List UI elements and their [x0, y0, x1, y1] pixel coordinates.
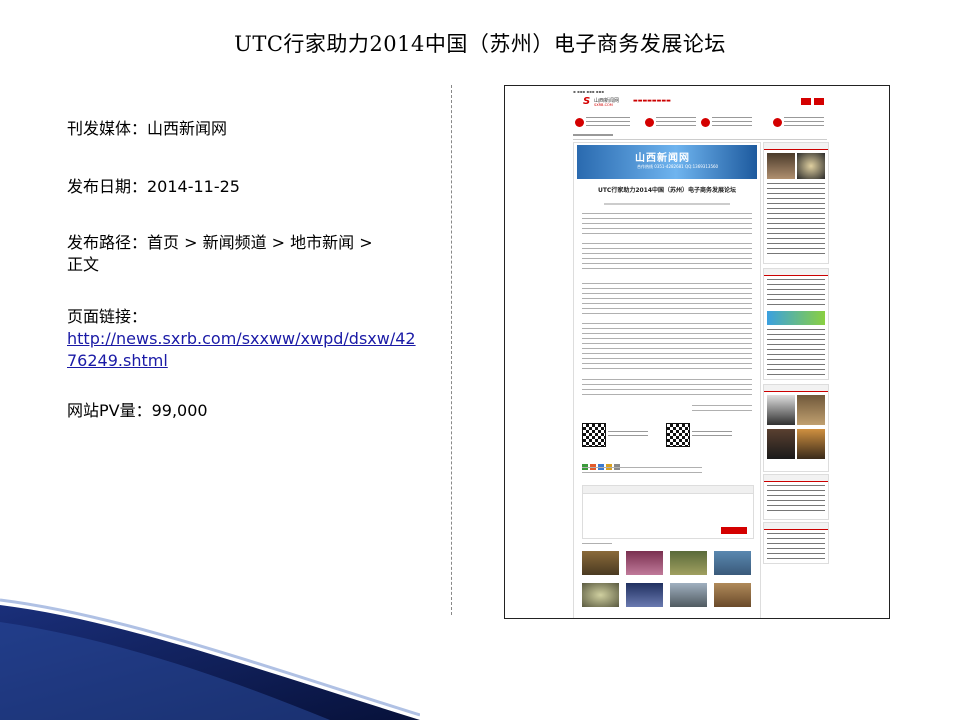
sidebar-hot-box	[763, 522, 829, 564]
site-banner: 山西新闻网 合作热线 0351-4282681 QQ:1369313560	[577, 145, 757, 179]
article-meta	[604, 203, 730, 205]
media-line: 刊发媒体：山西新闻网	[67, 119, 228, 138]
submit-comment-button	[721, 527, 747, 534]
qr-code-icon	[582, 423, 606, 447]
path-line-2: 正文	[67, 255, 100, 274]
vertical-divider	[451, 85, 452, 615]
sidebar-ranking-box	[763, 474, 829, 520]
slide-title: UTC行家助力2014中国（苏州）电子商务发展论坛	[234, 32, 726, 56]
site-logo: S 山西新闻网 SXRB.COM	[583, 96, 620, 107]
photo-grid-row-2	[582, 583, 752, 607]
path-line-1: 发布路径：首页 > 新闻频道 > 地市新闻 >	[67, 233, 373, 252]
site-nav	[573, 115, 827, 131]
date-line: 发布日期：2014-11-25	[67, 177, 240, 196]
breadcrumb	[573, 134, 827, 140]
article-panel: 山西新闻网 合作热线 0351-4282681 QQ:1369313560 UT…	[573, 142, 761, 618]
page-link[interactable]: http://news.sxrb.com/sxxww/xwpd/dsxw/42 …	[67, 328, 442, 372]
article-paragraph	[582, 323, 752, 371]
qr-code-icon	[666, 423, 690, 447]
login-button	[801, 98, 811, 105]
article-paragraph	[582, 283, 752, 317]
sidebar-video-box	[763, 384, 829, 472]
prev-next-links	[582, 467, 702, 477]
photo-grid-row-1	[582, 551, 752, 575]
page-link-line-2[interactable]: 76249.shtml	[67, 351, 168, 370]
article-editor	[692, 405, 752, 411]
article-paragraph	[582, 243, 752, 273]
sidebar-news-box	[763, 268, 829, 380]
article-paragraph	[582, 213, 752, 237]
sidebar-photo-box	[763, 142, 829, 264]
decorative-wave	[0, 598, 420, 720]
register-button	[814, 98, 824, 105]
related-heading	[582, 543, 612, 546]
page-link-line-1[interactable]: http://news.sxrb.com/sxxww/xwpd/dsxw/42	[67, 329, 416, 348]
article-title: UTC行家助力2014中国（苏州）电子商务发展论坛	[597, 187, 737, 194]
article-paragraph	[582, 379, 752, 395]
webpage-screenshot: ▪ ▪▪▪ ▪▪▪ ▪▪▪ S 山西新闻网 SXRB.COM ▬▬▬▬▬▬▬▬ …	[504, 85, 890, 619]
comment-box	[582, 485, 754, 539]
link-label: 页面链接：	[67, 307, 148, 326]
sidebar	[763, 142, 829, 564]
pv-line: 网站PV量：99,000	[67, 401, 208, 420]
qr-caption	[608, 431, 648, 439]
share-bar	[582, 455, 682, 470]
top-links: ▪ ▪▪▪ ▪▪▪ ▪▪▪	[573, 89, 604, 94]
qr-caption	[692, 431, 732, 439]
header-slogan: ▬▬▬▬▬▬▬▬	[633, 98, 671, 104]
